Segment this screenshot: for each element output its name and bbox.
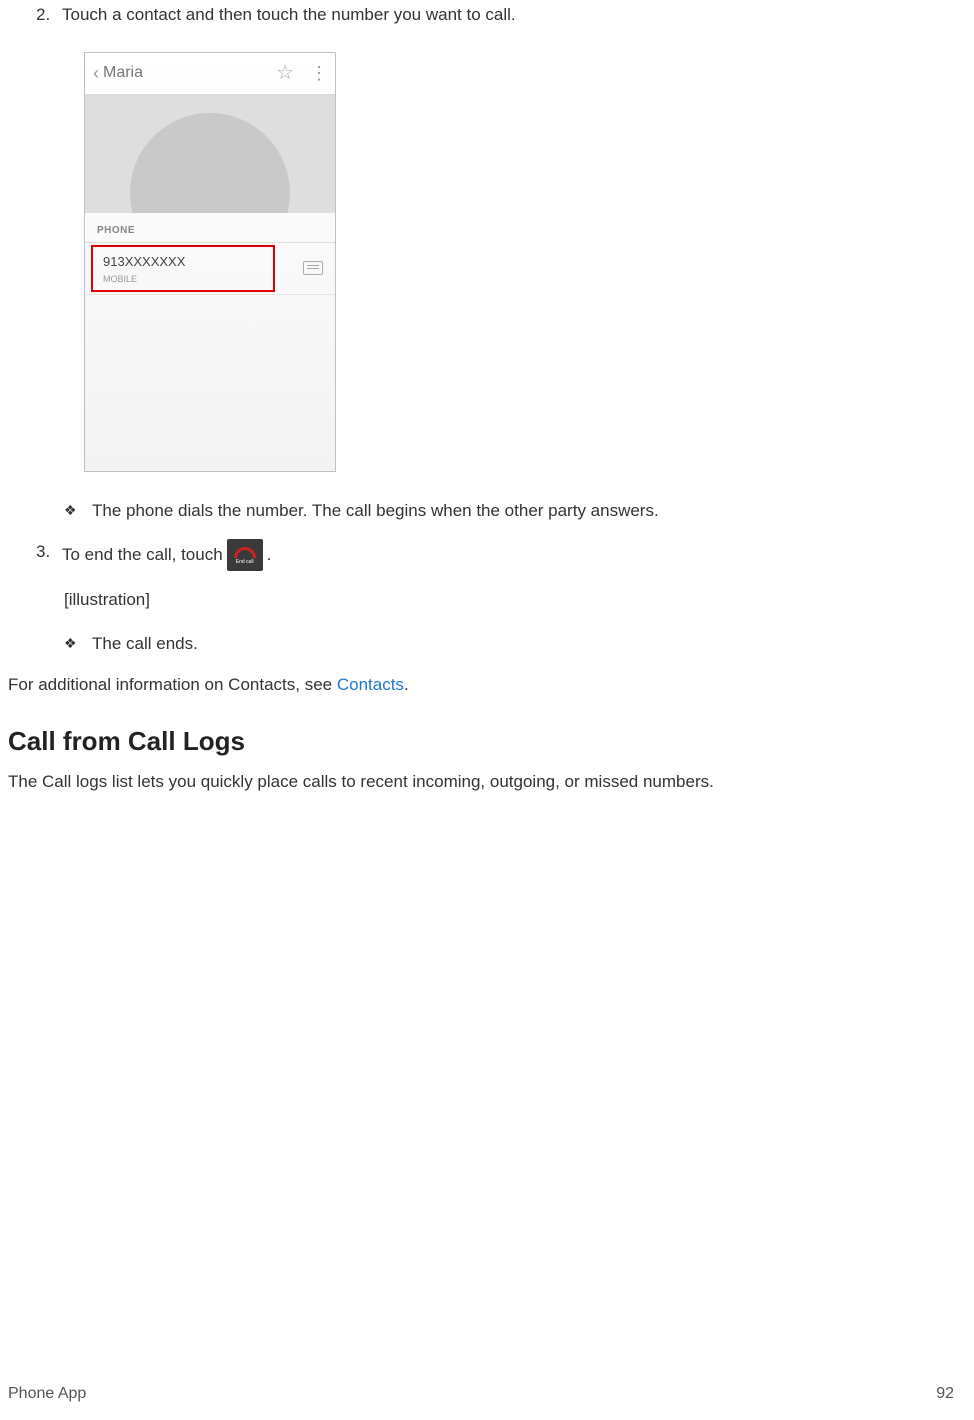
contact-screenshot: ‹ Maria ☆ ⋮ PHONE 913XXXXXXX MOBILE	[84, 52, 336, 472]
contact-avatar-area	[85, 95, 335, 213]
illustration-placeholder: [illustration]	[64, 587, 954, 613]
phone-type: MOBILE	[103, 273, 263, 287]
footer-section-name: Phone App	[8, 1382, 86, 1406]
message-icon	[303, 261, 323, 275]
sub-bullet-text: The call ends.	[92, 631, 198, 657]
closing-prefix: For additional information on Contacts, …	[8, 675, 337, 694]
phone-number-highlight: 913XXXXXXX MOBILE	[91, 245, 275, 292]
page-footer: Phone App 92	[8, 1382, 954, 1406]
step-text: Touch a contact and then touch the numbe…	[62, 2, 954, 28]
phone-number: 913XXXXXXX	[103, 252, 263, 272]
sub-bullet-1: ❖ The phone dials the number. The call b…	[64, 498, 954, 524]
sub-bullet-text: The phone dials the number. The call beg…	[92, 498, 659, 524]
phone-number-row: 913XXXXXXX MOBILE	[85, 243, 335, 295]
step3-prefix: To end the call, touch	[62, 542, 223, 568]
favorite-star-icon: ☆	[276, 58, 294, 88]
back-chevron-icon: ‹	[93, 60, 99, 87]
closing-suffix: .	[404, 675, 409, 694]
step-number: 3.	[36, 539, 62, 571]
screenshot-header: ‹ Maria ☆ ⋮	[85, 53, 335, 95]
avatar-placeholder-icon	[130, 113, 290, 213]
footer-page-number: 92	[936, 1382, 954, 1406]
step-2: 2. Touch a contact and then touch the nu…	[36, 2, 954, 28]
contact-name: Maria	[103, 61, 143, 85]
diamond-bullet-icon: ❖	[64, 500, 92, 521]
phone-section-label: PHONE	[85, 215, 335, 243]
step3-suffix: .	[267, 542, 272, 568]
step-number: 2.	[36, 2, 62, 28]
overflow-menu-icon: ⋮	[310, 60, 327, 87]
contacts-link[interactable]: Contacts	[337, 675, 404, 694]
sub-bullet-2: ❖ The call ends.	[64, 631, 954, 657]
step-3: 3. To end the call, touch End call .	[36, 539, 954, 571]
closing-paragraph: For additional information on Contacts, …	[8, 672, 954, 698]
diamond-bullet-icon: ❖	[64, 633, 92, 654]
section-heading: Call from Call Logs	[8, 722, 954, 761]
section-subtext: The Call logs list lets you quickly plac…	[8, 769, 954, 795]
end-call-icon: End call	[227, 539, 263, 571]
step-text: To end the call, touch End call .	[62, 539, 954, 571]
